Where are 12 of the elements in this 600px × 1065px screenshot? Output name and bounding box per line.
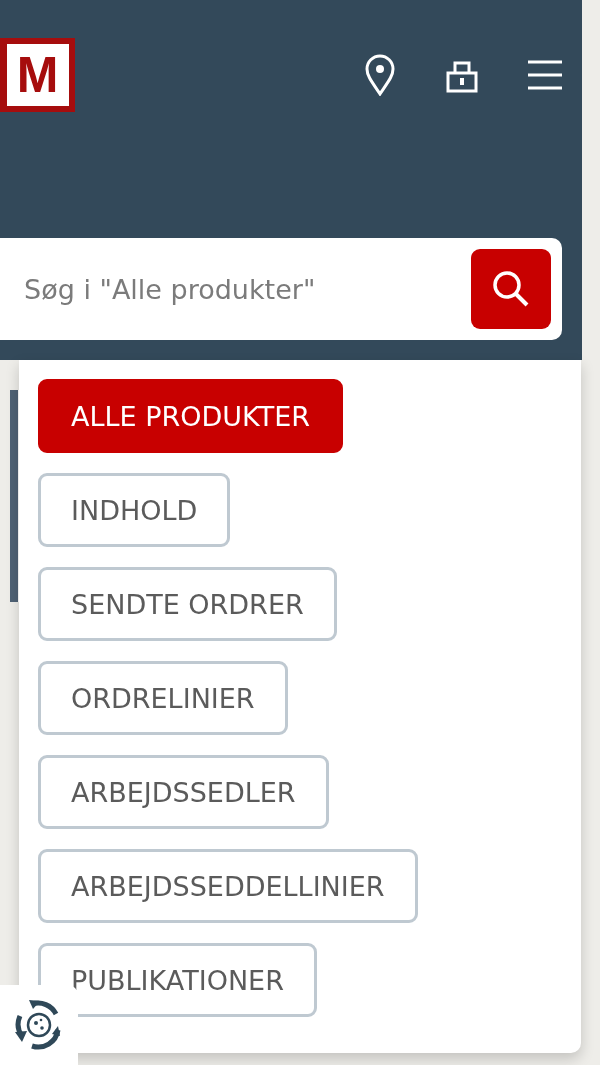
location-pin-icon[interactable] (364, 54, 396, 96)
menu-icon[interactable] (528, 59, 562, 91)
scope-button[interactable]: SENDTE ORDRER (38, 567, 337, 641)
scope-button[interactable]: ARBEJDSSEDDELLINIER (38, 849, 418, 923)
scope-button[interactable]: INDHOLD (38, 473, 231, 547)
scope-button[interactable]: ALLE PRODUKTER (38, 379, 343, 453)
search-icon (492, 270, 530, 308)
scope-button[interactable]: PUBLIKATIONER (38, 943, 317, 1017)
logo[interactable]: M (0, 38, 75, 112)
scope-button[interactable]: ORDRELINIER (38, 661, 288, 735)
search-button[interactable] (471, 249, 551, 329)
scope-button[interactable]: ARBEJDSSEDLER (38, 755, 329, 829)
